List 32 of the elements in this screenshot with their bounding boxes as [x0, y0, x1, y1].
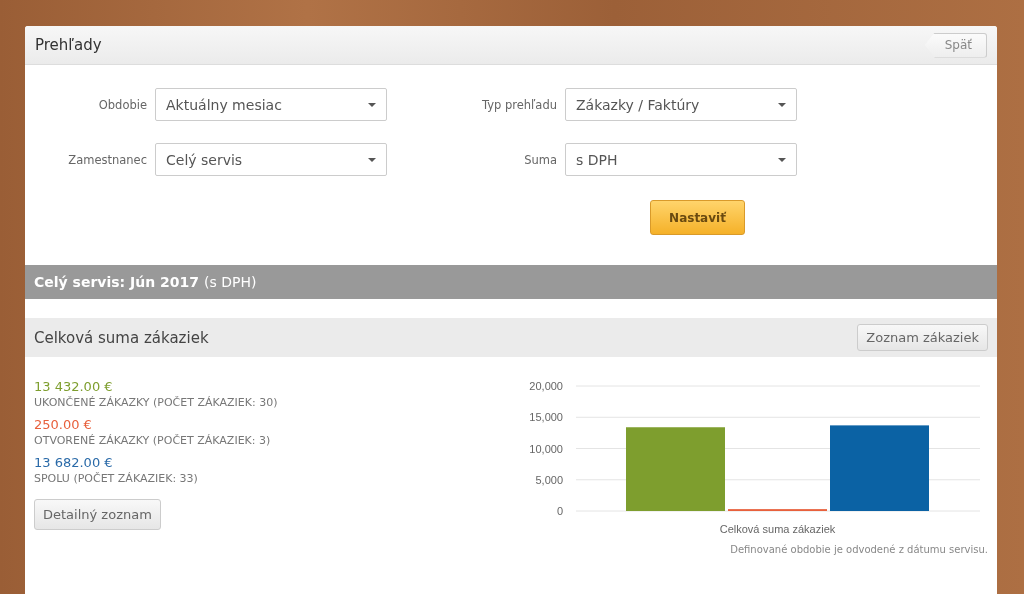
caret-icon — [368, 102, 376, 107]
amount: 13 432.00 € — [34, 379, 114, 394]
amount: 13 682.00 € — [34, 455, 114, 470]
axis-label: 5,000 — [535, 473, 563, 486]
detail-list-button[interactable]: Detailný zoznam — [34, 499, 161, 530]
amount-label: SPOLU (POČET ZÁKAZIEK: 33) — [34, 472, 199, 485]
caret-icon — [778, 157, 786, 162]
amount: 250.00 € — [34, 417, 93, 432]
panel-title: Prehľady — [35, 36, 102, 54]
caret-icon — [368, 157, 376, 162]
summary-suffix: (s DPH) — [204, 274, 257, 290]
axis-label: 10,000 — [529, 442, 563, 455]
set-button[interactable]: Nastaviť — [650, 200, 745, 235]
axis-label: Celková suma zákaziek — [719, 523, 836, 535]
summary-title: Celý servis: Jún 2017 — [34, 274, 199, 290]
note-text: Definované obdobie je odvodené z dátumu servisu. — [730, 544, 988, 555]
amount-label: OTVORENÉ ZÁKAZKY (POČET ZÁKAZIEK: 3) — [34, 434, 272, 447]
axis-label: 15,000 — [529, 411, 563, 424]
dropdown[interactable]: Zákazky / Faktúry — [565, 88, 797, 121]
caret-icon — [778, 102, 786, 107]
dropdown[interactable]: Aktuálny mesiac — [155, 88, 387, 121]
field-label: Typ prehľadu — [480, 97, 558, 112]
axis-label: 0 — [556, 505, 563, 517]
dropdown[interactable]: Celý servis — [155, 143, 387, 176]
section-title: Celková suma zákaziek — [34, 328, 209, 347]
field-label: Obdobie — [97, 97, 148, 112]
dropdown[interactable]: s DPH — [565, 143, 797, 176]
field-label: Suma — [523, 152, 558, 167]
axis-label: 20,000 — [529, 380, 563, 392]
amount-label: UKONČENÉ ZÁKAZKY (POČET ZÁKAZIEK: 30) — [34, 396, 279, 409]
order-list-button[interactable]: Zoznam zákaziek — [857, 324, 988, 351]
field-label: Zamestnanec — [67, 152, 148, 167]
